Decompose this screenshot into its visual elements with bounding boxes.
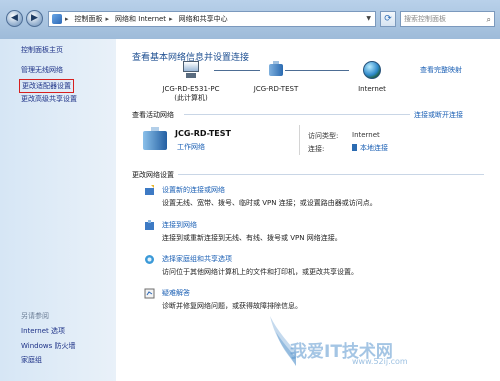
main-panel: 查看基本网络信息并设置连接 查看完整映射 JCG-RD-E531-PC (此计算… (116, 39, 500, 381)
map-node-network: JCG-RD-TEST (246, 61, 306, 93)
sidebar-item-home[interactable]: 控制面板主页 (21, 45, 63, 55)
search-placeholder: 搜索控制面板 (404, 15, 446, 23)
navigation-bar: ◀ ▶ ▸ 控制面板 ▸ 网络和 Internet ▸ 网络和共享中心 ▼ ⟳ … (0, 8, 500, 32)
search-icon[interactable]: ⌕ (487, 13, 491, 27)
breadcrumb-separator-icon: ▸ (169, 15, 173, 23)
breadcrumb-separator-icon: ▸ (65, 15, 69, 23)
active-networks-heading: 查看活动网络 (132, 111, 174, 119)
network-name: JCG-RD-TEST (253, 85, 299, 93)
task-connect-network-link[interactable]: 连接到网络 (162, 220, 197, 230)
access-type-label: 访问类型: (308, 132, 339, 140)
network-type-link[interactable]: 工作网络 (177, 142, 205, 152)
task-setup-connection-desc: 设置无线、宽带、拨号、临时或 VPN 连接；或设置路由器或访问点。 (162, 199, 377, 207)
internet-label: Internet (358, 85, 386, 93)
connect-network-icon (145, 220, 154, 230)
troubleshoot-icon (144, 288, 155, 299)
sidebar-item-manage-wireless[interactable]: 管理无线网络 (21, 65, 63, 75)
computer-sub: (此计算机) (174, 94, 208, 102)
forward-button[interactable]: ▶ (26, 10, 43, 27)
task-homegroup-desc: 访问位于其他网络计算机上的文件和打印机，或更改共享设置。 (162, 268, 358, 276)
map-node-internet: Internet (342, 61, 402, 93)
breadcrumb-network-internet[interactable]: 网络和 Internet (115, 14, 166, 24)
divider (178, 174, 484, 175)
search-input[interactable]: 搜索控制面板 ⌕ (400, 11, 495, 27)
breadcrumb-sharing-center[interactable]: 网络和共享中心 (179, 14, 228, 24)
computer-name: JCG-RD-E531-PC (162, 85, 220, 93)
breadcrumb-control-panel[interactable]: 控制面板 (75, 14, 103, 24)
connection-value[interactable]: 本地连接 (360, 144, 388, 152)
local-connection-link[interactable]: 本地连接 (352, 143, 388, 153)
map-connector-line (285, 70, 349, 71)
network-icon (267, 61, 285, 79)
homegroup-icon (145, 255, 154, 264)
map-node-computer: JCG-RD-E531-PC (此计算机) (146, 61, 236, 103)
ethernet-icon (352, 144, 357, 151)
sidebar-item-homegroup[interactable]: 家庭组 (21, 355, 42, 365)
sidebar-item-internet-options[interactable]: Internet 选项 (21, 326, 65, 336)
full-map-link[interactable]: 查看完整映射 (420, 65, 462, 75)
task-setup-connection-link[interactable]: 设置新的连接或网络 (162, 185, 225, 195)
connection-label: 连接: (308, 145, 325, 153)
sidebar-item-advanced-sharing[interactable]: 更改高级共享设置 (21, 94, 77, 104)
back-button[interactable]: ◀ (6, 10, 23, 27)
change-settings-heading: 更改网络设置 (132, 171, 174, 179)
divider (299, 125, 300, 155)
refresh-button[interactable]: ⟳ (380, 11, 396, 27)
address-dropdown-icon[interactable]: ▼ (366, 15, 371, 22)
work-network-icon (143, 127, 167, 151)
connect-disconnect-link[interactable]: 连接或断开连接 (414, 110, 463, 120)
control-panel-icon (52, 14, 62, 24)
sidebar-item-firewall[interactable]: Windows 防火墙 (21, 341, 75, 351)
computer-icon (180, 61, 202, 79)
sidebar-item-change-adapter[interactable]: 更改适配器设置 (19, 79, 74, 93)
sidebar: 控制面板主页 管理无线网络 更改适配器设置 更改高级共享设置 另请参阅 Inte… (0, 39, 116, 381)
access-type-value: Internet (352, 131, 380, 139)
task-troubleshoot-link[interactable]: 疑难解答 (162, 288, 190, 298)
task-troubleshoot-desc: 诊断并修复网络问题，或获得故障排除信息。 (162, 302, 302, 310)
address-bar[interactable]: ▸ 控制面板 ▸ 网络和 Internet ▸ 网络和共享中心 ▼ (48, 11, 376, 27)
globe-icon (363, 61, 381, 79)
active-network-name: JCG-RD-TEST (175, 129, 231, 138)
task-connect-network-desc: 连接到或重新连接到无线、有线、拨号或 VPN 网络连接。 (162, 234, 342, 242)
watermark-url: www.52ij.com (352, 357, 408, 366)
divider (184, 114, 410, 115)
new-connection-icon (145, 185, 154, 195)
see-also-header: 另请参阅 (21, 312, 49, 320)
task-homegroup-link[interactable]: 选择家庭组和共享选项 (162, 254, 232, 264)
breadcrumb-separator-icon: ▸ (105, 15, 110, 23)
